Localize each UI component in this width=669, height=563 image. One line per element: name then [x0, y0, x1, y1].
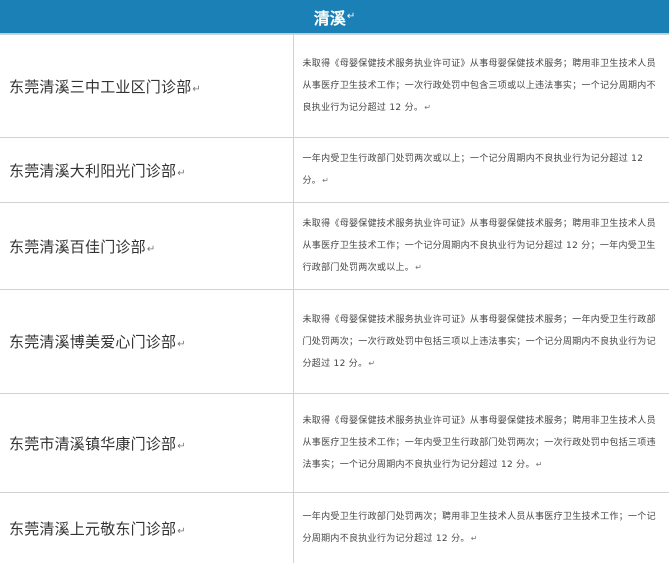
table-row: 东莞清溪上元敬东门诊部↵ 一年内受卫生行政部门处罚两次；聘用非卫生技术人员从事医疗… — [0, 492, 669, 563]
violation-cell: 未取得《母婴保健技术服务执业许可证》从事母婴保健技术服务；聘用非卫生技术人员从事… — [292, 34, 669, 138]
paragraph-mark-icon: ↵ — [322, 176, 330, 185]
violation-cell: 一年内受卫生行政部门处罚两次或以上；一个记分周期内不良执业行为记分超过 12 分… — [292, 137, 669, 203]
paragraph-mark-icon: ↵ — [177, 525, 186, 537]
paragraph-mark-icon: ↵ — [346, 11, 356, 22]
violation-description: 一年内受卫生行政部门处罚两次或以上；一个记分周期内不良执业行为记分超过 12 分… — [302, 154, 644, 186]
table-header: 清溪 ↵ — [0, 0, 669, 34]
paragraph-mark-icon: ↵ — [177, 440, 186, 452]
paragraph-mark-icon: ↵ — [368, 358, 376, 368]
paragraph-mark-icon: ↵ — [177, 167, 186, 179]
clinic-name-cell: 东莞清溪博美爱心门诊部↵ — [0, 289, 294, 394]
table-row: 东莞市清溪镇华康门诊部↵ 未取得《母婴保健技术服务执业许可证》从事母婴保健技术服务… — [0, 393, 669, 493]
clinic-name: 东莞清溪大利阳光门诊部 — [9, 161, 177, 180]
paragraph-mark-icon: ↵ — [470, 534, 478, 543]
header-title: 清溪 — [313, 8, 346, 28]
clinic-table: 东莞清溪三中工业区门诊部↵ 未取得《母婴保健技术服务执业许可证》从事母婴保健技术服… — [0, 34, 669, 563]
clinic-name: 东莞清溪博美爱心门诊部 — [9, 333, 177, 351]
table-row: 东莞清溪三中工业区门诊部↵ 未取得《母婴保健技术服务执业许可证》从事母婴保健技术服… — [0, 34, 669, 138]
paragraph-mark-icon: ↵ — [415, 263, 423, 272]
table-row: 东莞清溪大利阳光门诊部↵ 一年内受卫生行政部门处罚两次或以上；一个记分周期内不良执… — [0, 137, 669, 203]
paragraph-mark-icon: ↵ — [535, 460, 543, 469]
paragraph-mark-icon: ↵ — [146, 243, 156, 255]
paragraph-mark-icon: ↵ — [192, 83, 201, 95]
violation-description: 一年内受卫生行政部门处罚两次；聘用非卫生技术人员从事医疗卫生技术工作；一个记分周… — [302, 512, 656, 544]
violation-description: 未取得《母婴保健技术服务执业许可证》从事母婴保健技术服务；一年内受卫生行政部门处… — [302, 314, 656, 369]
clinic-name-cell: 东莞清溪大利阳光门诊部↵ — [0, 137, 294, 203]
table-row: 东莞清溪博美爱心门诊部↵ 未取得《母婴保健技术服务执业许可证》从事母婴保健技术服务… — [0, 289, 669, 394]
clinic-name: 东莞清溪上元敬东门诊部 — [9, 519, 177, 538]
clinic-name-cell: 东莞清溪三中工业区门诊部↵ — [0, 34, 294, 138]
violation-description: 未取得《母婴保健技术服务执业许可证》从事母婴保健技术服务；聘用非卫生技术人员从事… — [302, 59, 656, 113]
clinic-name: 东莞市清溪镇华康门诊部 — [9, 434, 177, 453]
document-page: 清溪 ↵ 东莞清溪三中工业区门诊部↵ 未取得《母婴保健技术服务执业许可证》从事母婴保… — [0, 0, 669, 563]
clinic-name-cell: 东莞市清溪镇华康门诊部↵ — [0, 393, 294, 493]
violation-description: 未取得《母婴保健技术服务执业许可证》从事母婴保健技术服务；聘用非卫生技术人员从事… — [302, 416, 656, 470]
violation-cell: 一年内受卫生行政部门处罚两次；聘用非卫生技术人员从事医疗卫生技术工作；一个记分周… — [292, 492, 669, 563]
clinic-name-cell: 东莞清溪百佳门诊部↵ — [0, 202, 294, 290]
paragraph-mark-icon: ↵ — [424, 103, 432, 112]
paragraph-mark-icon: ↵ — [177, 339, 186, 350]
table-row: 东莞清溪百佳门诊部↵ 未取得《母婴保健技术服务执业许可证》从事母婴保健技术服务；聘… — [0, 202, 669, 290]
clinic-name: 东莞清溪百佳门诊部 — [9, 237, 146, 256]
violation-cell: 未取得《母婴保健技术服务执业许可证》从事母婴保健技术服务；一年内受卫生行政部门处… — [292, 289, 669, 394]
clinic-name-cell: 东莞清溪上元敬东门诊部↵ — [0, 492, 294, 563]
clinic-name: 东莞清溪三中工业区门诊部 — [9, 77, 192, 96]
violation-description: 未取得《母婴保健技术服务执业许可证》从事母婴保健技术服务；聘用非卫生技术人员从事… — [302, 219, 656, 273]
violation-cell: 未取得《母婴保健技术服务执业许可证》从事母婴保健技术服务；聘用非卫生技术人员从事… — [292, 202, 669, 290]
violation-cell: 未取得《母婴保健技术服务执业许可证》从事母婴保健技术服务；聘用非卫生技术人员从事… — [292, 393, 669, 493]
